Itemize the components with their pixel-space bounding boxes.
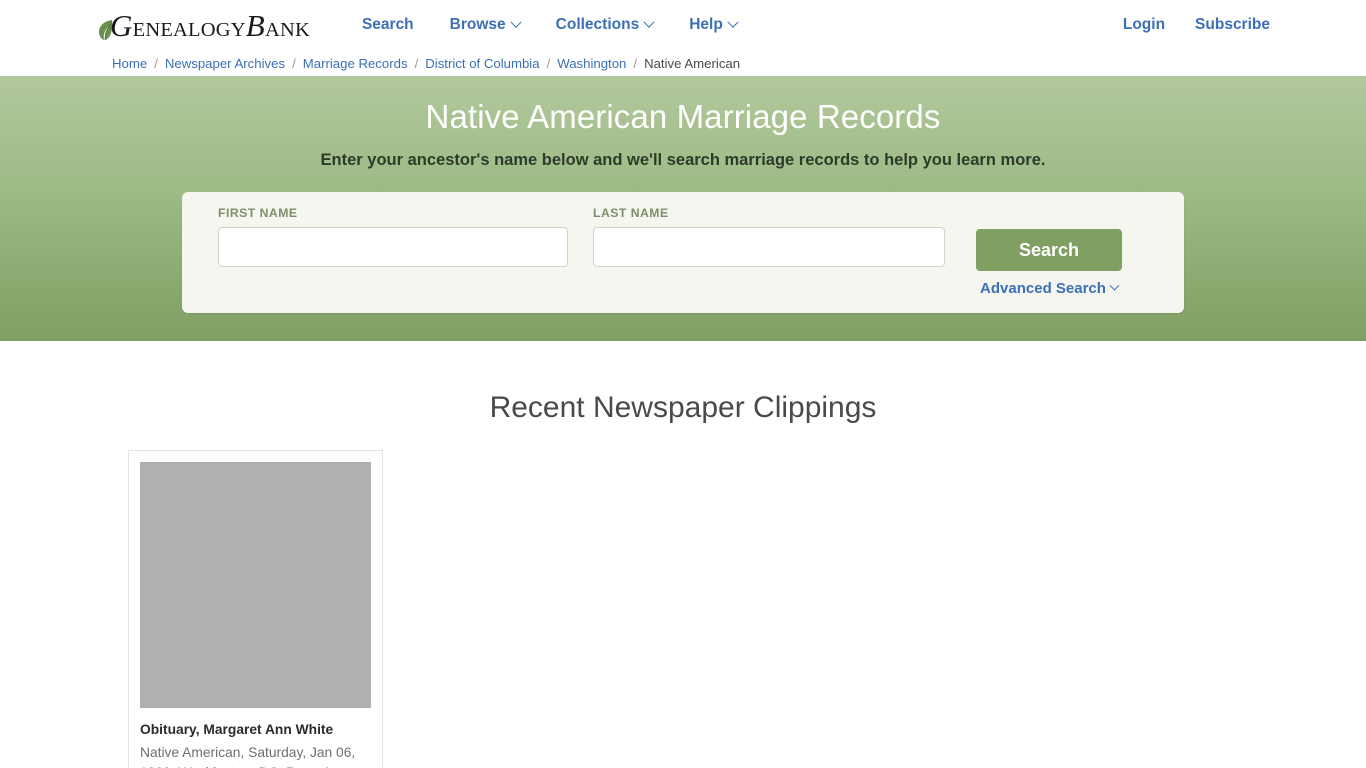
chevron-down-icon [643, 16, 655, 28]
advanced-search-toggle[interactable]: Advanced Search [980, 280, 1120, 298]
breadcrumb-item-marriage-records[interactable]: Marriage Records [303, 56, 408, 71]
search-panel: FIRST NAME LAST NAME Search Advanced Sea… [182, 192, 1184, 314]
breadcrumb-item-home[interactable]: Home [112, 56, 147, 71]
last-name-input[interactable] [593, 227, 945, 268]
last-name-label: LAST NAME [593, 206, 669, 221]
nav-item-collections[interactable]: Collections [538, 10, 672, 40]
chevron-down-icon [509, 16, 522, 28]
nav-item-search[interactable]: Search [344, 10, 432, 40]
nav-item-help[interactable]: Help [671, 10, 755, 40]
breadcrumb-separator: / [414, 55, 419, 71]
advanced-search-label: Advanced Search [980, 280, 1106, 298]
breadcrumb-item-newspaper-archives[interactable]: Newspaper Archives [165, 56, 285, 71]
breadcrumb-item-district-of-columbia[interactable]: District of Columbia [425, 56, 539, 71]
nav-label-browse: Browse [449, 16, 506, 33]
nav-label-collections: Collections [555, 16, 640, 33]
logo-wordmark: GenealogyBank [110, 8, 310, 43]
nav-label-help: Help [689, 16, 723, 33]
breadcrumb: Home / Newspaper Archives / Marriage Rec… [0, 50, 1366, 76]
site-logo[interactable]: GenealogyBank [98, 6, 310, 46]
first-name-group: FIRST NAME [218, 206, 568, 268]
nav-item-browse[interactable]: Browse [432, 10, 538, 40]
clipping-thumbnail[interactable] [140, 462, 371, 708]
breadcrumb-separator: / [292, 55, 296, 71]
login-link[interactable]: Login [1123, 16, 1165, 34]
page-title: Native American Marriage Records [425, 98, 941, 135]
search-button[interactable]: Search [976, 229, 1122, 272]
chevron-down-icon [1109, 280, 1120, 291]
search-actions: Search Advanced Search [976, 229, 1122, 297]
chevron-down-icon [727, 16, 739, 28]
subscribe-link[interactable]: Subscribe [1195, 16, 1270, 34]
clipping-meta: Native American, Saturday, Jan 06, 1838,… [140, 744, 356, 768]
hero-subtitle: Enter your ancestor's name below and we'… [320, 151, 1046, 170]
recent-clippings-section: Recent Newspaper Clippings Obituary, Mar… [0, 341, 1366, 768]
first-name-label: FIRST NAME [218, 206, 298, 221]
nav-label-search: Search [361, 16, 414, 33]
breadcrumb-current: Native American [644, 55, 741, 71]
clipping-title: Obituary, Margaret Ann White [140, 722, 334, 737]
clippings-grid: Obituary, Margaret Ann White Native Amer… [0, 450, 1366, 768]
last-name-group: LAST NAME [593, 206, 945, 268]
clippings-heading: Recent Newspaper Clippings [489, 391, 877, 424]
main-navigation: Search Browse Collections Help [344, 10, 755, 40]
clipping-card[interactable]: Obituary, Margaret Ann White Native Amer… [128, 450, 383, 768]
breadcrumb-separator: / [154, 55, 158, 71]
breadcrumb-separator: / [633, 55, 638, 71]
breadcrumb-item-washington[interactable]: Washington [557, 56, 626, 71]
first-name-input[interactable] [218, 227, 568, 268]
breadcrumb-separator: / [546, 55, 551, 71]
header-account-links: Login Subscribe [1123, 0, 1270, 50]
hero-banner: Native American Marriage Records Enter y… [0, 76, 1366, 341]
site-header: GenealogyBank Search Browse Collections … [0, 0, 1366, 50]
